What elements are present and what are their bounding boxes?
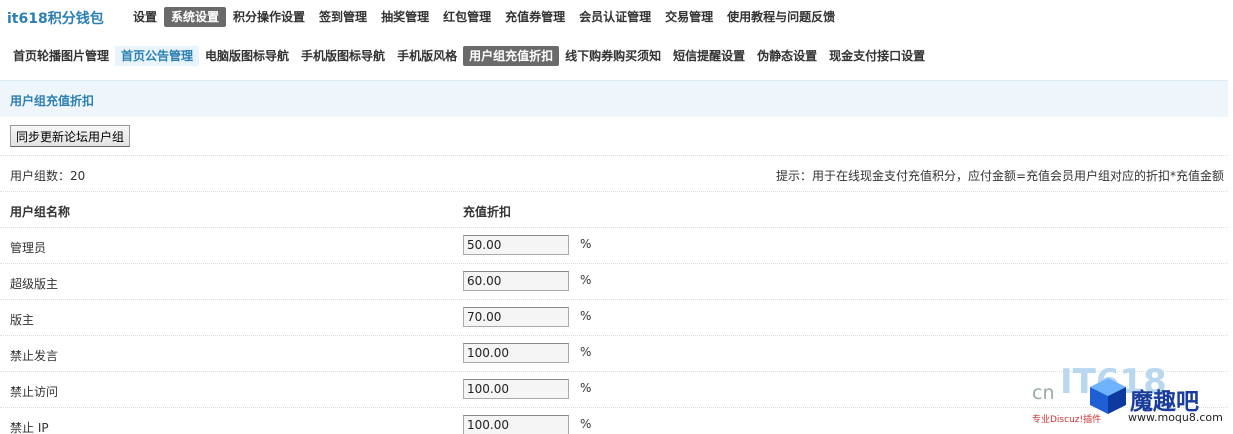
percent-sign: % bbox=[580, 345, 592, 359]
app-logo[interactable]: it618积分钱包 bbox=[7, 8, 104, 28]
discount-input[interactable] bbox=[463, 343, 569, 363]
nav-item-redpacket[interactable]: 红包管理 bbox=[436, 7, 498, 27]
summary-row: 用户组数：20 提示：用于在线现金支付充值积分，应付金额=充值会员用户组对应的折… bbox=[0, 155, 1228, 191]
discount-input[interactable] bbox=[463, 235, 569, 255]
top-nav: it618积分钱包 设置 系统设置 积分操作设置 签到管理 抽奖管理 红包管理 … bbox=[0, 0, 1233, 36]
nav-item-member-auth[interactable]: 会员认证管理 bbox=[572, 7, 658, 27]
discount-input[interactable] bbox=[463, 307, 569, 327]
sub-nav: 首页轮播图片管理 首页公告管理 电脑版图标导航 手机版图标导航 手机版风格 用户… bbox=[7, 46, 931, 66]
table-row: 版主 % bbox=[0, 299, 1228, 335]
nav-item-points-settings[interactable]: 积分操作设置 bbox=[226, 7, 312, 27]
group-name: 禁止 IP bbox=[10, 421, 49, 434]
nav-item-settings[interactable]: 设置 bbox=[126, 7, 164, 27]
group-name: 禁止访问 bbox=[10, 385, 59, 399]
watermark-cn-text: cn bbox=[1032, 382, 1055, 404]
nav-item-help[interactable]: 使用教程与问题反馈 bbox=[720, 7, 842, 27]
group-count: 用户组数：20 bbox=[10, 169, 86, 183]
nav-item-checkin[interactable]: 签到管理 bbox=[312, 7, 374, 27]
nav-item-voucher[interactable]: 充值券管理 bbox=[498, 7, 572, 27]
tab-pc-icon-nav[interactable]: 电脑版图标导航 bbox=[199, 46, 295, 66]
discount-input[interactable] bbox=[463, 379, 569, 399]
nav-item-system-settings[interactable]: 系统设置 bbox=[164, 7, 227, 27]
sync-usergroups-button[interactable]: 同步更新论坛用户组 bbox=[10, 125, 131, 147]
hint-text: 提示：用于在线现金支付充值积分，应付金额=充值会员用户组对应的折扣*充值金额 bbox=[775, 169, 1224, 183]
cube-icon bbox=[1090, 378, 1126, 414]
group-name: 超级版主 bbox=[10, 277, 59, 291]
section-title: 用户组充值折扣 bbox=[10, 94, 95, 108]
section-header: 用户组充值折扣 bbox=[0, 80, 1228, 117]
tab-usergroup-discount[interactable]: 用户组充值折扣 bbox=[463, 46, 560, 66]
tab-cash-payment[interactable]: 现金支付接口设置 bbox=[823, 46, 931, 66]
discount-input[interactable] bbox=[463, 271, 569, 291]
group-name: 管理员 bbox=[10, 241, 47, 255]
percent-sign: % bbox=[580, 381, 592, 395]
watermark-url: www.moqu8.com bbox=[1128, 411, 1223, 424]
table-row: 超级版主 % bbox=[0, 263, 1228, 299]
column-header-group-name: 用户组名称 bbox=[10, 205, 71, 219]
discount-input[interactable] bbox=[463, 415, 569, 434]
group-name: 禁止发言 bbox=[10, 349, 59, 363]
percent-sign: % bbox=[580, 237, 592, 251]
nav-item-lottery[interactable]: 抽奖管理 bbox=[374, 7, 436, 27]
column-header-discount: 充值折扣 bbox=[463, 205, 512, 219]
percent-sign: % bbox=[580, 417, 592, 431]
tab-mobile-style[interactable]: 手机版风格 bbox=[391, 46, 463, 66]
percent-sign: % bbox=[580, 309, 592, 323]
tab-sms-settings[interactable]: 短信提醒设置 bbox=[667, 46, 751, 66]
watermark-logo: IT618 cn 魔趣吧 专业Discuz!插件 www.moqu8.com bbox=[1030, 360, 1230, 434]
top-nav-items: 设置 系统设置 积分操作设置 签到管理 抽奖管理 红包管理 充值券管理 会员认证… bbox=[126, 7, 842, 27]
tab-home-notice[interactable]: 首页公告管理 bbox=[115, 46, 200, 66]
tab-rewrite-settings[interactable]: 伪静态设置 bbox=[751, 46, 823, 66]
table-header: 用户组名称 充值折扣 bbox=[0, 191, 1228, 227]
tab-home-carousel[interactable]: 首页轮播图片管理 bbox=[7, 46, 115, 66]
watermark-sub: 专业Discuz!插件 bbox=[1032, 415, 1102, 425]
nav-item-trade[interactable]: 交易管理 bbox=[658, 7, 720, 27]
group-name: 版主 bbox=[10, 313, 35, 327]
tab-mobile-icon-nav[interactable]: 手机版图标导航 bbox=[295, 46, 391, 66]
percent-sign: % bbox=[580, 273, 592, 287]
tab-offline-voucher-notice[interactable]: 线下购券购买须知 bbox=[559, 46, 667, 66]
table-row: 管理员 % bbox=[0, 227, 1228, 263]
